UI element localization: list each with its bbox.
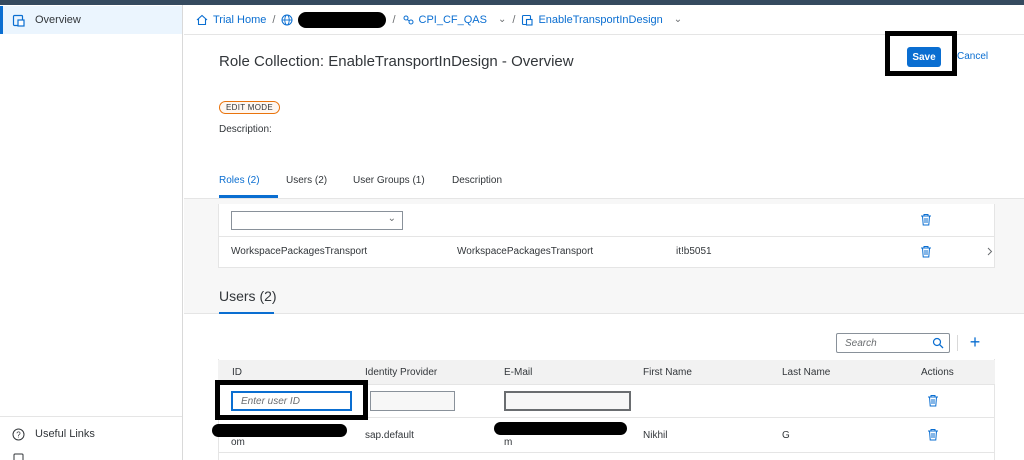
search-placeholder: Search — [845, 338, 877, 349]
table-row-divider — [218, 236, 995, 237]
role-name-cell: WorkspacePackagesTransport — [231, 246, 368, 257]
delete-icon[interactable] — [927, 394, 939, 407]
chevron-down-icon[interactable]: ⌄ — [498, 14, 506, 25]
role-template-cell: WorkspacePackagesTransport — [457, 246, 594, 257]
breadcrumb-current[interactable]: EnableTransportInDesign ⌄ — [521, 14, 682, 26]
home-icon — [196, 14, 208, 26]
edit-mode-badge: EDIT MODE — [219, 101, 281, 114]
search-input[interactable]: Search — [836, 333, 950, 353]
application-cell: it!b5051 — [676, 246, 712, 257]
description-label: Description: — [219, 124, 272, 135]
tab-description[interactable]: Description — [452, 175, 502, 186]
add-user-button[interactable]: + — [966, 333, 984, 353]
tab-roles[interactable]: Roles (2) — [219, 175, 260, 186]
save-button[interactable]: Save — [907, 47, 941, 67]
sidebar-item-label: Useful Links — [35, 428, 95, 440]
settings-icon — [12, 453, 25, 460]
sidebar-item-partial[interactable] — [0, 453, 182, 460]
toolbar-separator — [957, 335, 958, 351]
delete-icon[interactable] — [920, 213, 932, 226]
tab-bar: Roles (2) Users (2) User Groups (1) Desc… — [184, 165, 1024, 199]
column-header-id: ID — [232, 367, 242, 378]
column-header-email: E-Mail — [504, 367, 533, 378]
sidebar-item-label: Overview — [35, 14, 81, 26]
redacted-user-id — [212, 424, 347, 437]
sidebar: Overview ? Useful Links — [0, 5, 183, 460]
email-cell-suffix: m — [504, 437, 513, 448]
email-input[interactable] — [504, 391, 631, 411]
subaccount-icon — [402, 14, 414, 26]
breadcrumb-home[interactable]: Trial Home — [196, 14, 266, 26]
sidebar-divider — [0, 416, 182, 417]
tab-user-groups[interactable]: User Groups (1) — [353, 175, 425, 186]
delete-icon[interactable] — [920, 245, 932, 258]
help-circle-icon: ? — [12, 428, 25, 441]
delete-icon[interactable] — [927, 428, 939, 441]
tab-users[interactable]: Users (2) — [286, 175, 327, 186]
breadcrumb-separator: / — [272, 13, 276, 26]
identity-provider-input[interactable] — [370, 391, 455, 411]
users-section-title: Users (2) — [219, 288, 277, 304]
column-header-last-name: Last Name — [782, 367, 831, 378]
sidebar-item-overview[interactable]: Overview — [0, 6, 182, 34]
column-header-actions: Actions — [921, 367, 954, 378]
sidebar-item-useful-links[interactable]: ? Useful Links — [0, 420, 182, 448]
overview-icon — [12, 14, 25, 27]
cancel-button[interactable]: Cancel — [957, 51, 988, 62]
redacted-email — [494, 422, 627, 435]
breadcrumb-separator: / — [392, 13, 396, 26]
redacted-account-name — [298, 11, 387, 28]
globe-icon — [281, 14, 293, 26]
breadcrumb-separator: / — [512, 13, 516, 26]
highlight-box-user-id — [215, 380, 368, 420]
role-collection-icon — [521, 14, 533, 26]
table-row-divider — [218, 267, 995, 268]
svg-text:?: ? — [16, 430, 21, 439]
breadcrumb-global-account[interactable] — [281, 11, 387, 28]
search-icon[interactable] — [932, 337, 944, 349]
identity-provider-cell: sap.default — [365, 430, 414, 441]
chevron-down-icon: ⌄ — [387, 213, 396, 224]
active-tab-indicator — [219, 195, 278, 198]
role-select[interactable]: ⌄ — [231, 211, 403, 230]
chevron-down-icon[interactable]: ⌄ — [674, 14, 682, 25]
last-name-cell: G — [782, 430, 790, 441]
chevron-right-icon[interactable] — [986, 247, 993, 256]
user-id-cell-suffix: om — [231, 437, 245, 448]
table-row-divider — [218, 452, 995, 453]
column-header-first-name: First Name — [643, 367, 692, 378]
page-title: Role Collection: EnableTransportInDesign… — [219, 53, 574, 70]
breadcrumb-subaccount[interactable]: CPI_CF_QAS ⌄ — [402, 14, 506, 26]
first-name-cell: Nikhil — [643, 430, 668, 441]
column-header-identity-provider: Identity Provider — [365, 367, 438, 378]
